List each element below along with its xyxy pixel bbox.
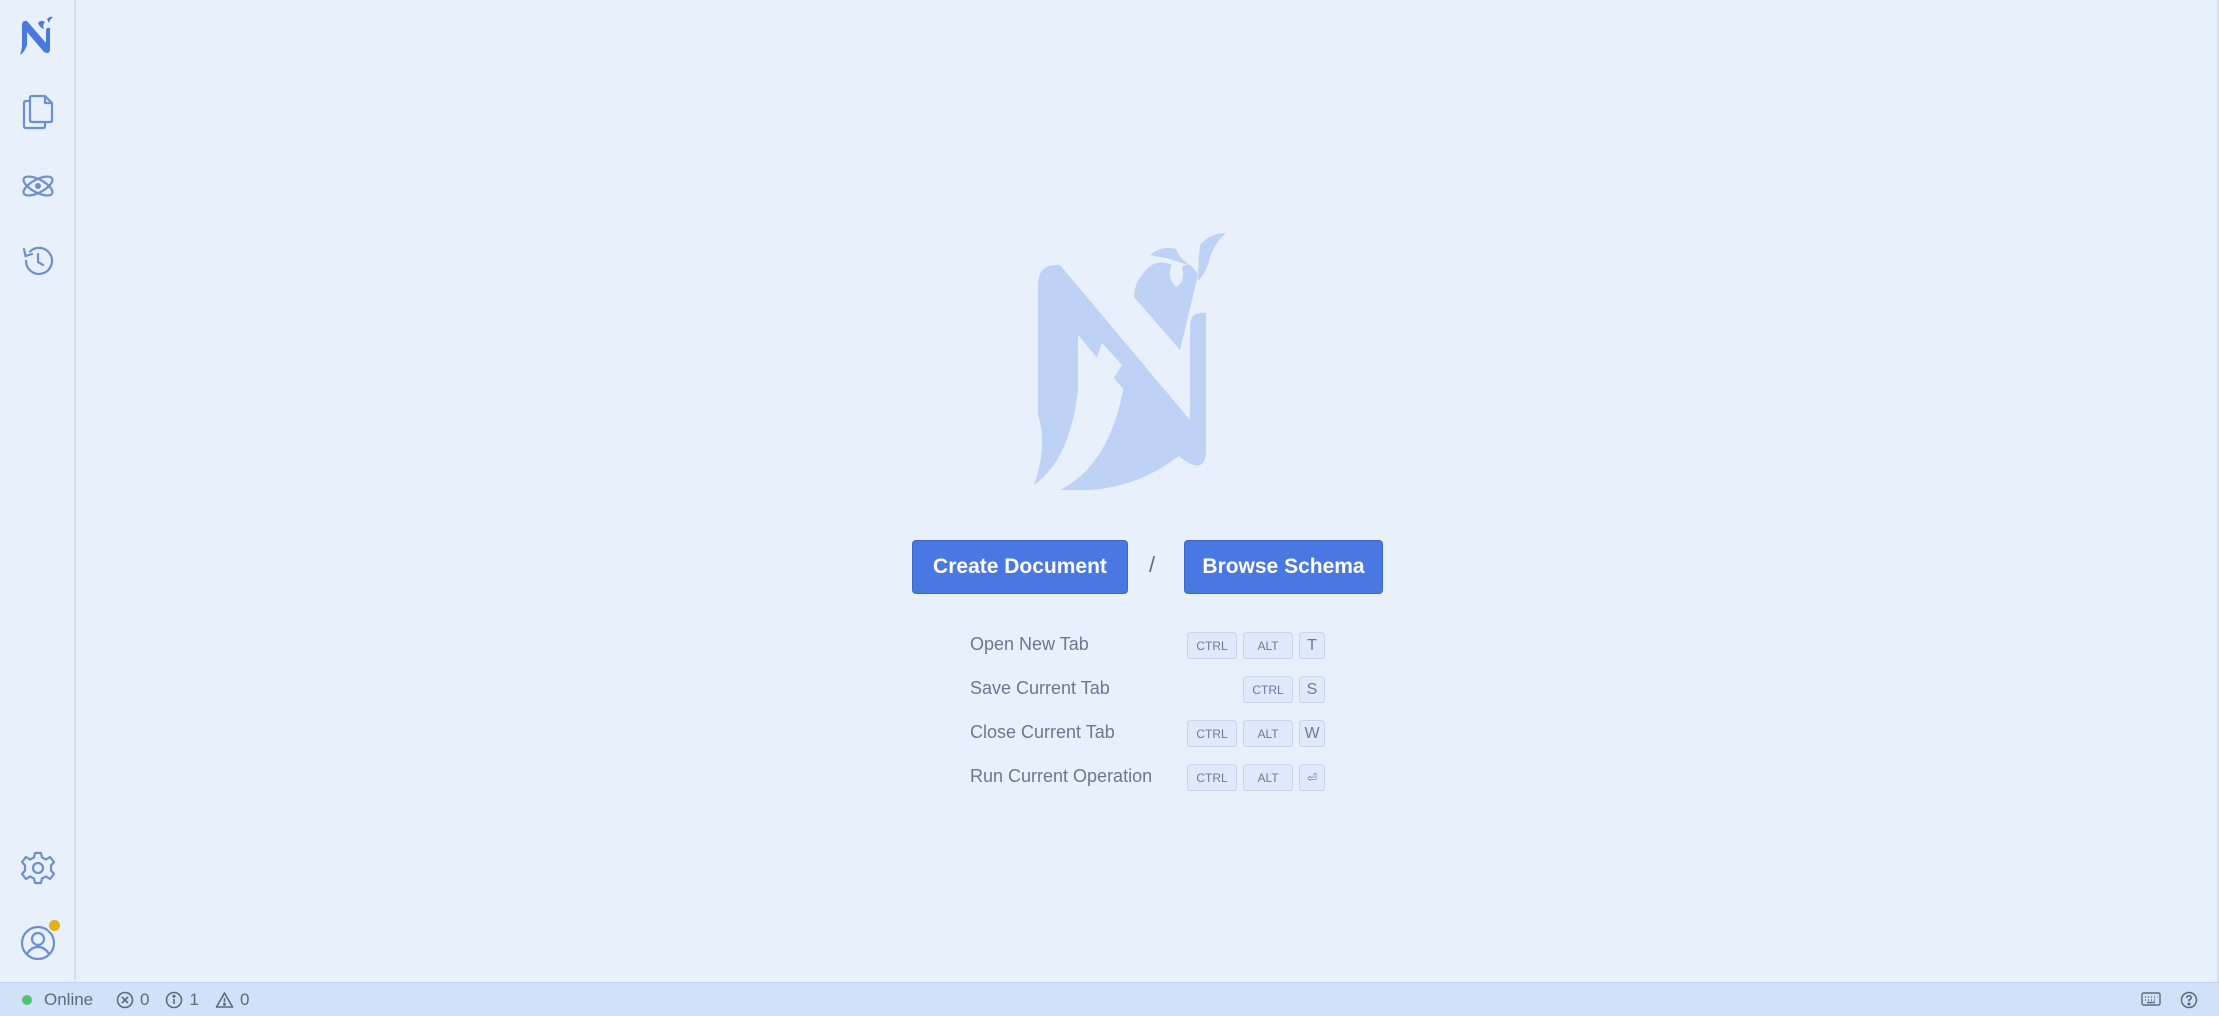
schema-button[interactable] [0, 153, 76, 219]
app-logo-button[interactable] [0, 4, 76, 70]
info-icon [166, 991, 183, 1009]
help-button[interactable] [2180, 991, 2198, 1014]
keyboard-icon [2141, 992, 2161, 1006]
app-logo-watermark-icon [1034, 233, 1226, 490]
create-document-button[interactable]: Create Document [912, 540, 1128, 594]
app-window: Create Document / Browse Schema Open New… [0, 0, 2219, 1016]
problems-summary[interactable]: 0 1 0 [116, 990, 249, 1010]
shortcut-key: CTRL [1187, 764, 1237, 791]
info-count: 1 [189, 990, 199, 1009]
keyboard-shortcuts-button[interactable] [2141, 991, 2161, 1012]
notification-badge [47, 918, 62, 933]
shortcut-key: ALT [1243, 720, 1293, 747]
shortcut-row: Close Current Tab CTRL ALT W [0, 718, 2219, 750]
online-indicator-icon [22, 995, 32, 1005]
shortcut-label: Open New Tab [970, 634, 1089, 654]
error-count: 0 [140, 990, 150, 1009]
shortcut-key: CTRL [1187, 720, 1237, 747]
shortcut-key: CTRL [1243, 676, 1293, 703]
app-logo-icon [20, 16, 53, 55]
browse-schema-button[interactable]: Browse Schema [1184, 540, 1383, 594]
shortcut-key: W [1299, 720, 1325, 747]
documents-button[interactable] [0, 78, 76, 144]
sidebar [0, 0, 76, 982]
shortcut-key: ALT [1243, 632, 1293, 659]
shortcut-row: Open New Tab CTRL ALT T [0, 630, 2219, 662]
shortcut-label: Run Current Operation [970, 766, 1153, 786]
account-button[interactable] [0, 910, 76, 976]
gear-icon [20, 851, 56, 885]
primary-actions: Create Document / Browse Schema [0, 540, 2219, 596]
history-button[interactable] [0, 228, 76, 294]
shortcut-row: Save Current Tab CTRL S [0, 674, 2219, 706]
shortcut-row: Run Current Operation CTRL ALT ⏎ [0, 762, 2219, 794]
settings-button[interactable] [0, 835, 76, 901]
atom-icon [22, 175, 54, 197]
warning-count: 0 [239, 990, 250, 1009]
shortcut-key: ⏎ [1299, 764, 1325, 791]
shortcut-label: Save Current Tab [970, 678, 1110, 698]
shortcut-key: T [1299, 632, 1325, 659]
connection-status[interactable]: Online [22, 990, 93, 1010]
shortcut-label: Close Current Tab [970, 722, 1115, 742]
warning-icon [215, 992, 234, 1008]
history-icon [22, 246, 54, 275]
shortcut-key: S [1299, 676, 1325, 703]
error-icon [116, 991, 134, 1009]
connection-status-label: Online [44, 990, 94, 1009]
shortcut-key: ALT [1243, 764, 1293, 791]
documents-icon [22, 94, 54, 130]
shortcut-key: CTRL [1187, 632, 1237, 659]
status-bar: Online 0 1 0 [0, 982, 2219, 1016]
help-icon [2180, 991, 2198, 1009]
action-separator: / [1149, 552, 1156, 577]
